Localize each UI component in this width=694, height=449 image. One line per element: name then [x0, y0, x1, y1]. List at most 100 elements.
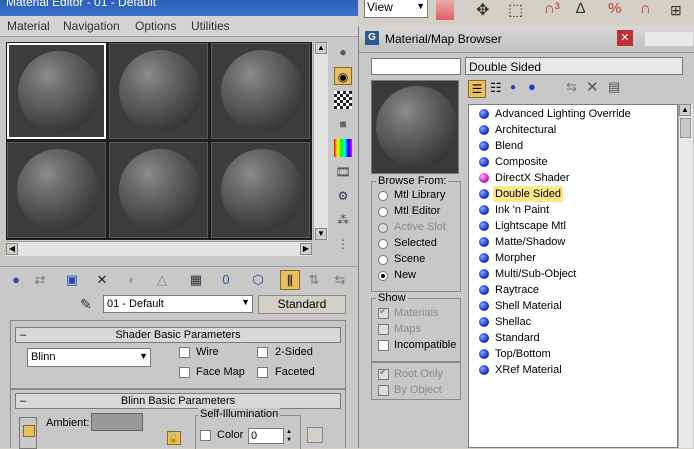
material-map-navigator-icon[interactable]: ⋮	[334, 235, 352, 253]
pivot-center-icon[interactable]	[436, 0, 454, 20]
shader-type-dropdown[interactable]: Blinn ▼	[27, 348, 151, 367]
menu-options[interactable]: Options	[135, 19, 176, 33]
radio-mtl-library[interactable]	[378, 191, 388, 201]
show-group: Show ✔ Materials Maps Incompatible	[371, 292, 461, 362]
blinn-rollout-header[interactable]: – Blinn Basic Parameters	[15, 393, 341, 409]
select-by-material-icon[interactable]: ⁂	[334, 211, 352, 229]
material-sphere-icon	[479, 237, 489, 247]
go-forward-sibling-icon[interactable]: ⇆	[330, 270, 350, 290]
update-scene-materials-icon[interactable]: ⇆	[566, 79, 577, 95]
show-end-result-icon[interactable]: ⫼	[280, 270, 300, 290]
sample-slot-4[interactable]	[7, 142, 106, 238]
sample-slot-2[interactable]	[109, 43, 208, 139]
scroll-left-icon[interactable]: ◀	[6, 243, 18, 255]
edit-named-selection-icon[interactable]: ⊞	[670, 2, 682, 19]
angle-snap-icon[interactable]: ∆	[576, 0, 585, 17]
make-preview-icon[interactable]: 🎞	[334, 163, 352, 181]
radio-active-slot[interactable]	[378, 223, 388, 233]
radio-mtl-editor[interactable]	[378, 207, 388, 217]
sample-slot-5[interactable]	[109, 142, 208, 238]
incompatible-label: Incompatible	[394, 339, 457, 351]
radio-new[interactable]	[378, 271, 388, 281]
material-type-button[interactable]: Standard	[258, 295, 346, 314]
spinner-snap-icon[interactable]: ∩	[640, 0, 651, 17]
radio-scene[interactable]	[378, 255, 388, 265]
browser-titlebar[interactable]: G Material/Map Browser ✕	[359, 26, 694, 53]
lock-icon[interactable]: 🔒	[167, 431, 181, 445]
wire-checkbox[interactable]	[179, 347, 190, 358]
copy-material-icon[interactable]: ◐	[122, 270, 142, 290]
go-to-parent-icon[interactable]: ⇅	[304, 270, 324, 290]
sample-sphere	[119, 149, 201, 231]
shader-rollout-header[interactable]: – Shader Basic Parameters	[15, 327, 341, 343]
backlight-icon[interactable]: ◉	[334, 67, 352, 85]
materials-checkbox[interactable]: ✔	[378, 306, 389, 319]
material-editor-titlebar[interactable]: Material Editor - 01 - Default	[0, 0, 358, 16]
self-illumination-label: Self-Illumination	[198, 408, 281, 420]
slots-vertical-scrollbar[interactable]: ▲ ▼	[313, 42, 328, 240]
sample-type-icon[interactable]: ●	[334, 43, 352, 61]
browser-search-input[interactable]	[371, 58, 461, 75]
root-only-checkbox[interactable]: ✔	[378, 367, 389, 380]
select-and-manipulate-icon[interactable]: ✥	[476, 0, 489, 20]
faceted-checkbox[interactable]	[257, 367, 268, 378]
snaps-toggle-icon[interactable]: ∩³	[544, 0, 560, 17]
chevron-down-icon[interactable]: ▼	[139, 351, 148, 361]
sample-slot-6[interactable]	[211, 142, 310, 238]
view-large-icons-icon[interactable]: ●	[528, 79, 536, 94]
two-sided-checkbox[interactable]	[257, 347, 268, 358]
view-list-icons-icon[interactable]: ☷	[490, 80, 502, 96]
sample-slot-3[interactable]	[211, 43, 310, 139]
show-title: Show	[376, 292, 408, 304]
get-material-icon[interactable]: ●	[6, 270, 26, 290]
scroll-up-icon[interactable]: ▲	[679, 104, 691, 116]
material-name-field[interactable]: 01 - Default ▼	[103, 295, 253, 313]
view-list-icon[interactable]: ☰	[468, 80, 486, 98]
menu-navigation[interactable]: Navigation	[63, 19, 120, 33]
put-material-icon[interactable]: ⇄	[30, 270, 50, 290]
ambient-color-swatch[interactable]	[91, 413, 143, 431]
put-to-library-icon[interactable]: ▦	[186, 270, 206, 290]
radio-selected[interactable]	[378, 239, 388, 249]
menu-utilities[interactable]: Utilities	[191, 19, 230, 33]
self-illum-map-button[interactable]	[307, 427, 323, 443]
options-icon[interactable]: ⚙	[334, 187, 352, 205]
material-id-channel-icon[interactable]: 0	[216, 270, 236, 290]
close-icon[interactable]: ✕	[617, 30, 633, 46]
chevron-down-icon[interactable]: ▼	[416, 1, 425, 11]
pick-material-eyedropper-icon[interactable]: ✎	[80, 296, 92, 313]
lock-ambient-diffuse-icon[interactable]	[23, 425, 35, 437]
reset-map-icon[interactable]: ✕	[92, 270, 112, 290]
show-map-in-viewport-icon[interactable]: ⬡	[248, 270, 268, 290]
menu-material[interactable]: Material	[7, 19, 50, 33]
background-checker-icon[interactable]	[334, 91, 352, 109]
face-map-checkbox[interactable]	[179, 367, 190, 378]
self-illum-value-field[interactable]: 0	[248, 428, 284, 444]
sample-uv-tiling-icon[interactable]: ■	[334, 115, 352, 133]
slots-horizontal-scrollbar[interactable]: ◀ ▶	[6, 241, 312, 256]
scroll-thumb[interactable]	[680, 118, 691, 138]
material-list[interactable]: Advanced Lighting Override Architectural B…	[468, 104, 678, 448]
view-small-icons-icon[interactable]: ●	[510, 82, 516, 93]
scroll-right-icon[interactable]: ▶	[300, 243, 312, 255]
sample-sphere	[17, 149, 99, 231]
clear-library-icon[interactable]: ▤	[608, 79, 620, 95]
keyboard-shortcut-override-icon[interactable]: ⬚	[508, 0, 523, 20]
assign-material-icon[interactable]: ▣	[62, 270, 82, 290]
by-object-checkbox[interactable]	[378, 385, 389, 396]
chevron-down-icon[interactable]: ▼	[241, 297, 250, 307]
percent-snap-icon[interactable]: %	[608, 0, 621, 17]
incompatible-checkbox[interactable]	[378, 340, 389, 351]
delete-from-library-icon[interactable]: ✕	[586, 78, 599, 96]
material-list-scrollbar[interactable]: ▲	[678, 104, 693, 448]
spinner-icon[interactable]: ▲ ▼	[284, 428, 294, 444]
self-illum-color-checkbox[interactable]	[200, 430, 211, 441]
make-unique-icon[interactable]: △	[152, 270, 172, 290]
scroll-down-icon[interactable]: ▼	[315, 228, 327, 240]
sample-slot-1[interactable]	[7, 43, 106, 139]
reference-coordinate-dropdown[interactable]: View ▼	[364, 0, 428, 18]
video-color-check-icon[interactable]	[334, 139, 352, 157]
scroll-up-icon[interactable]: ▲	[315, 42, 327, 54]
list-item-label: Standard	[495, 332, 540, 344]
maps-checkbox[interactable]	[378, 324, 389, 335]
